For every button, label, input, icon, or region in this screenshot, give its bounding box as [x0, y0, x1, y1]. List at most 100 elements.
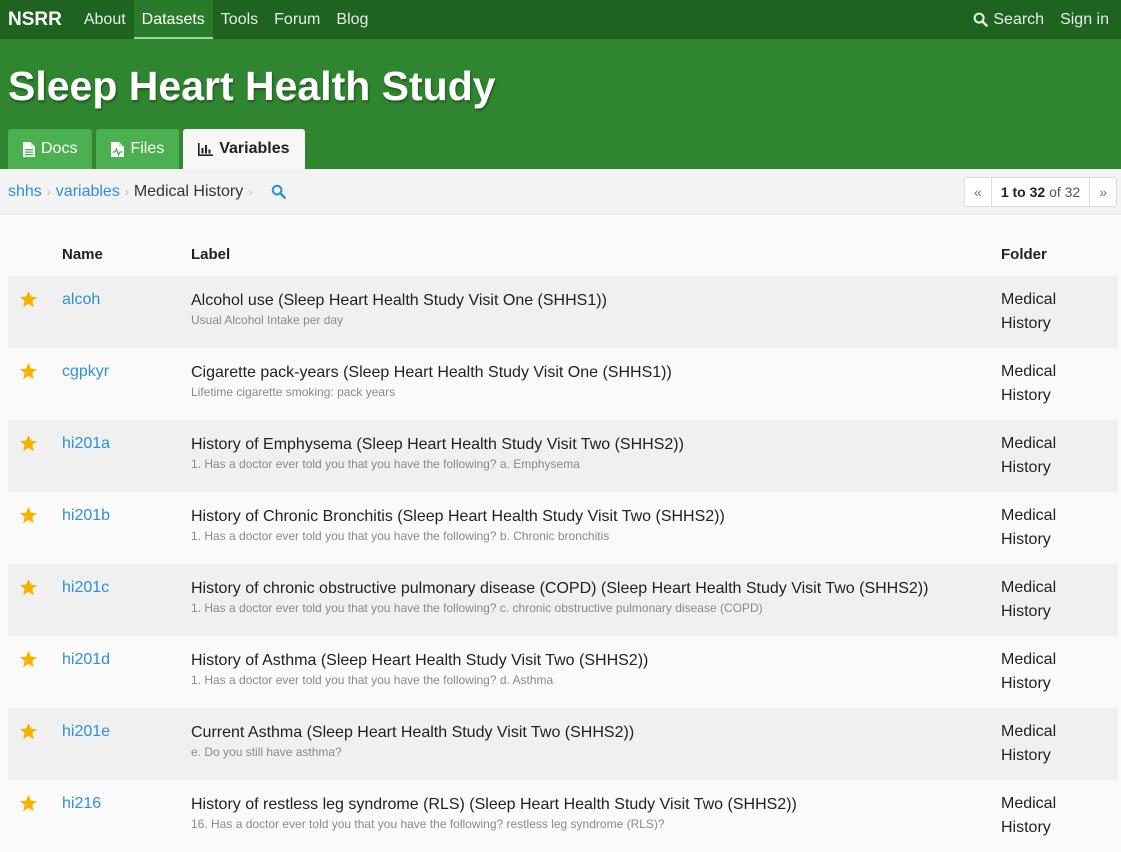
star-icon[interactable]	[19, 290, 38, 309]
star-cell	[8, 780, 62, 852]
variables-table: Name Label Folder alcoh Alcohol use (Sle…	[8, 215, 1118, 852]
nav-signin[interactable]: Sign in	[1050, 0, 1121, 39]
variable-folder: Medical History	[1001, 360, 1118, 408]
breadcrumb-current: Medical History	[133, 182, 244, 200]
variable-label: History of chronic obstructive pulmonary…	[191, 580, 929, 597]
folder-cell: Medical History	[1001, 276, 1118, 348]
nav-left: NSRR About Datasets Tools Forum Blog	[0, 0, 376, 39]
nav-about[interactable]: About	[76, 0, 134, 39]
variable-description: Lifetime cigarette smoking: pack years	[191, 385, 396, 399]
breadcrumb-separator: ›	[46, 184, 51, 199]
folder-cell: Medical History	[1001, 636, 1118, 708]
variable-folder: Medical History	[1001, 720, 1118, 768]
variable-link[interactable]: hi201a	[62, 435, 110, 452]
folder-line-1: Medical	[1001, 363, 1057, 380]
variable-label: History of Emphysema (Sleep Heart Health…	[191, 436, 684, 453]
variable-folder: Medical History	[1001, 792, 1118, 840]
variable-label: Current Asthma (Sleep Heart Health Study…	[191, 724, 635, 741]
star-icon[interactable]	[19, 794, 38, 813]
variable-link[interactable]: hi216	[62, 795, 101, 812]
table-row: hi201b History of Chronic Bronchitis (Sl…	[8, 492, 1118, 564]
variable-description: 1. Has a doctor ever told you that you h…	[191, 601, 763, 615]
star-cell	[8, 708, 62, 780]
dataset-header: Sleep Heart Health Study Docs Files Vari…	[0, 39, 1121, 169]
star-icon[interactable]	[19, 650, 38, 669]
label-cell: History of Emphysema (Sleep Heart Health…	[191, 420, 1001, 492]
tab-docs[interactable]: Docs	[8, 129, 93, 169]
breadcrumb-bar: shhs › variables › Medical History › « 1…	[0, 169, 1121, 215]
variable-label: History of Asthma (Sleep Heart Health St…	[191, 652, 649, 669]
tab-files-label: Files	[130, 140, 165, 157]
folder-line-2: History	[1001, 819, 1051, 836]
table-row: hi201e Current Asthma (Sleep Heart Healt…	[8, 708, 1118, 780]
variable-folder: Medical History	[1001, 648, 1118, 696]
table-row: alcoh Alcohol use (Sleep Heart Health St…	[8, 276, 1118, 348]
variable-link[interactable]: cgpkyr	[62, 363, 109, 380]
pagination: « 1 to 32 of 32 »	[964, 176, 1117, 207]
star-cell	[8, 348, 62, 420]
breadcrumb-variables-link[interactable]: variables	[56, 183, 120, 201]
star-cell	[8, 492, 62, 564]
label-cell: History of restless leg syndrome (RLS) (…	[191, 780, 1001, 852]
label-cell: Cigarette pack-years (Sleep Heart Health…	[191, 348, 1001, 420]
breadcrumb-search-button[interactable]	[271, 184, 286, 199]
table-row: cgpkyr Cigarette pack-years (Sleep Heart…	[8, 348, 1118, 420]
star-icon[interactable]	[19, 578, 38, 597]
folder-line-1: Medical	[1001, 291, 1057, 308]
star-cell	[8, 564, 62, 636]
star-icon[interactable]	[19, 506, 38, 525]
breadcrumb-separator: ›	[124, 184, 129, 199]
variable-label: History of restless leg syndrome (RLS) (…	[191, 796, 797, 813]
tab-files[interactable]: Files	[96, 129, 180, 169]
star-icon[interactable]	[19, 434, 38, 453]
file-icon	[111, 141, 125, 157]
variable-label: History of Chronic Bronchitis (Sleep Hea…	[191, 508, 725, 525]
nav-blog[interactable]: Blog	[328, 0, 376, 39]
pagination-total: of 32	[1049, 183, 1081, 200]
variable-folder: Medical History	[1001, 576, 1118, 624]
folder-line-2: History	[1001, 675, 1051, 692]
variable-description: Usual Alcohol Intake per day	[191, 313, 344, 327]
table-row: hi216 History of restless leg syndrome (…	[8, 780, 1118, 852]
folder-line-1: Medical	[1001, 435, 1057, 452]
star-cell	[8, 276, 62, 348]
folder-line-2: History	[1001, 603, 1051, 620]
nav-datasets[interactable]: Datasets	[133, 0, 213, 39]
variable-link[interactable]: alcoh	[62, 291, 100, 308]
variable-link[interactable]: hi201b	[62, 507, 110, 524]
breadcrumb-dataset-link[interactable]: shhs	[8, 183, 42, 201]
nav-search-link[interactable]: Search	[967, 0, 1050, 39]
dataset-tabs: Docs Files Variables	[8, 129, 305, 169]
star-icon[interactable]	[19, 362, 38, 381]
nav-tools[interactable]: Tools	[213, 0, 266, 39]
tab-variables[interactable]: Variables	[183, 129, 305, 169]
folder-line-1: Medical	[1001, 651, 1057, 668]
pagination-prev-button[interactable]: «	[965, 178, 991, 206]
name-cell: hi201d	[62, 636, 191, 708]
name-cell: hi201c	[62, 564, 191, 636]
name-cell: cgpkyr	[62, 348, 191, 420]
variable-description: e. Do you still have asthma?	[191, 745, 342, 759]
folder-line-2: History	[1001, 459, 1051, 476]
variable-link[interactable]: hi201e	[62, 723, 110, 740]
variable-folder: Medical History	[1001, 504, 1118, 552]
brand-logo[interactable]: NSRR	[0, 0, 76, 39]
star-icon[interactable]	[19, 722, 38, 741]
table-row: hi201d History of Asthma (Sleep Heart He…	[8, 636, 1118, 708]
document-icon	[23, 141, 35, 157]
name-cell: hi216	[62, 780, 191, 852]
variable-link[interactable]: hi201d	[62, 651, 110, 668]
table-body: alcoh Alcohol use (Sleep Heart Health St…	[8, 276, 1118, 852]
variable-link[interactable]: hi201c	[62, 579, 109, 596]
nav-forum[interactable]: Forum	[266, 0, 328, 39]
folder-cell: Medical History	[1001, 348, 1118, 420]
header-star-column	[8, 215, 62, 276]
variable-label: Cigarette pack-years (Sleep Heart Health…	[191, 364, 672, 381]
pagination-range: 1 to 32	[1000, 183, 1046, 200]
folder-line-1: Medical	[1001, 795, 1057, 812]
header-folder: Folder	[1001, 246, 1047, 263]
folder-line-1: Medical	[1001, 507, 1057, 524]
folder-line-2: History	[1001, 315, 1051, 332]
tab-variables-label: Variables	[219, 140, 290, 157]
pagination-next-button[interactable]: »	[1089, 177, 1116, 206]
